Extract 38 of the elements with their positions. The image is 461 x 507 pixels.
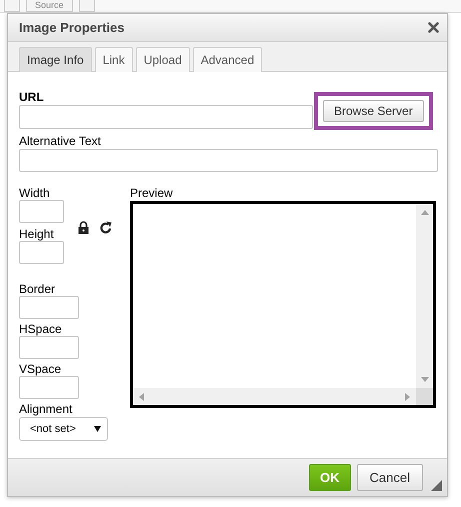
field-label: HSpace	[19, 322, 63, 336]
field-label: Height	[19, 227, 55, 241]
field-label: VSpace	[19, 362, 62, 376]
cancel-button[interactable]: Cancel	[356, 464, 423, 491]
field-label: URL	[19, 90, 45, 104]
tab[interactable]: Advanced	[192, 47, 262, 72]
field-label: Alternative Text	[19, 134, 102, 148]
spacing-input[interactable]	[19, 296, 79, 319]
field-label: Border	[19, 282, 56, 296]
url-input[interactable]	[19, 105, 313, 129]
resize-grip-icon[interactable]	[431, 480, 442, 491]
alt-text-input[interactable]	[19, 149, 438, 172]
spacing-input[interactable]	[19, 336, 79, 359]
field-label: Preview	[130, 186, 174, 200]
tab[interactable]: Upload	[136, 47, 190, 72]
field-label: Width	[19, 186, 51, 200]
scroll-left-icon[interactable]	[139, 392, 144, 400]
scroll-down-icon[interactable]	[420, 377, 428, 382]
refresh-icon[interactable]	[100, 220, 112, 234]
tab[interactable]: Link	[94, 47, 133, 72]
size-input[interactable]	[19, 200, 64, 223]
dropdown-arrow-icon	[94, 426, 101, 432]
toolbar-icon[interactable]	[78, 0, 95, 12]
spacing-input[interactable]	[19, 376, 79, 399]
browse-server-button[interactable]: Browse Server	[323, 100, 424, 122]
close-icon[interactable]	[428, 22, 439, 33]
vertical-scrollbar[interactable]	[416, 204, 433, 388]
lock-icon[interactable]	[78, 220, 89, 234]
tab[interactable]: Image Info	[19, 47, 92, 72]
field-label: Alignment	[19, 402, 74, 416]
horizontal-scrollbar[interactable]	[133, 388, 416, 405]
scrollbar-corner	[416, 388, 433, 405]
size-input[interactable]	[19, 241, 64, 264]
toolbar-icon[interactable]	[4, 0, 20, 12]
dialog-title: Image Properties	[19, 20, 124, 35]
alignment-select[interactable]: <not set>	[19, 417, 108, 441]
scroll-right-icon[interactable]	[405, 392, 410, 400]
scroll-up-icon[interactable]	[420, 210, 428, 215]
